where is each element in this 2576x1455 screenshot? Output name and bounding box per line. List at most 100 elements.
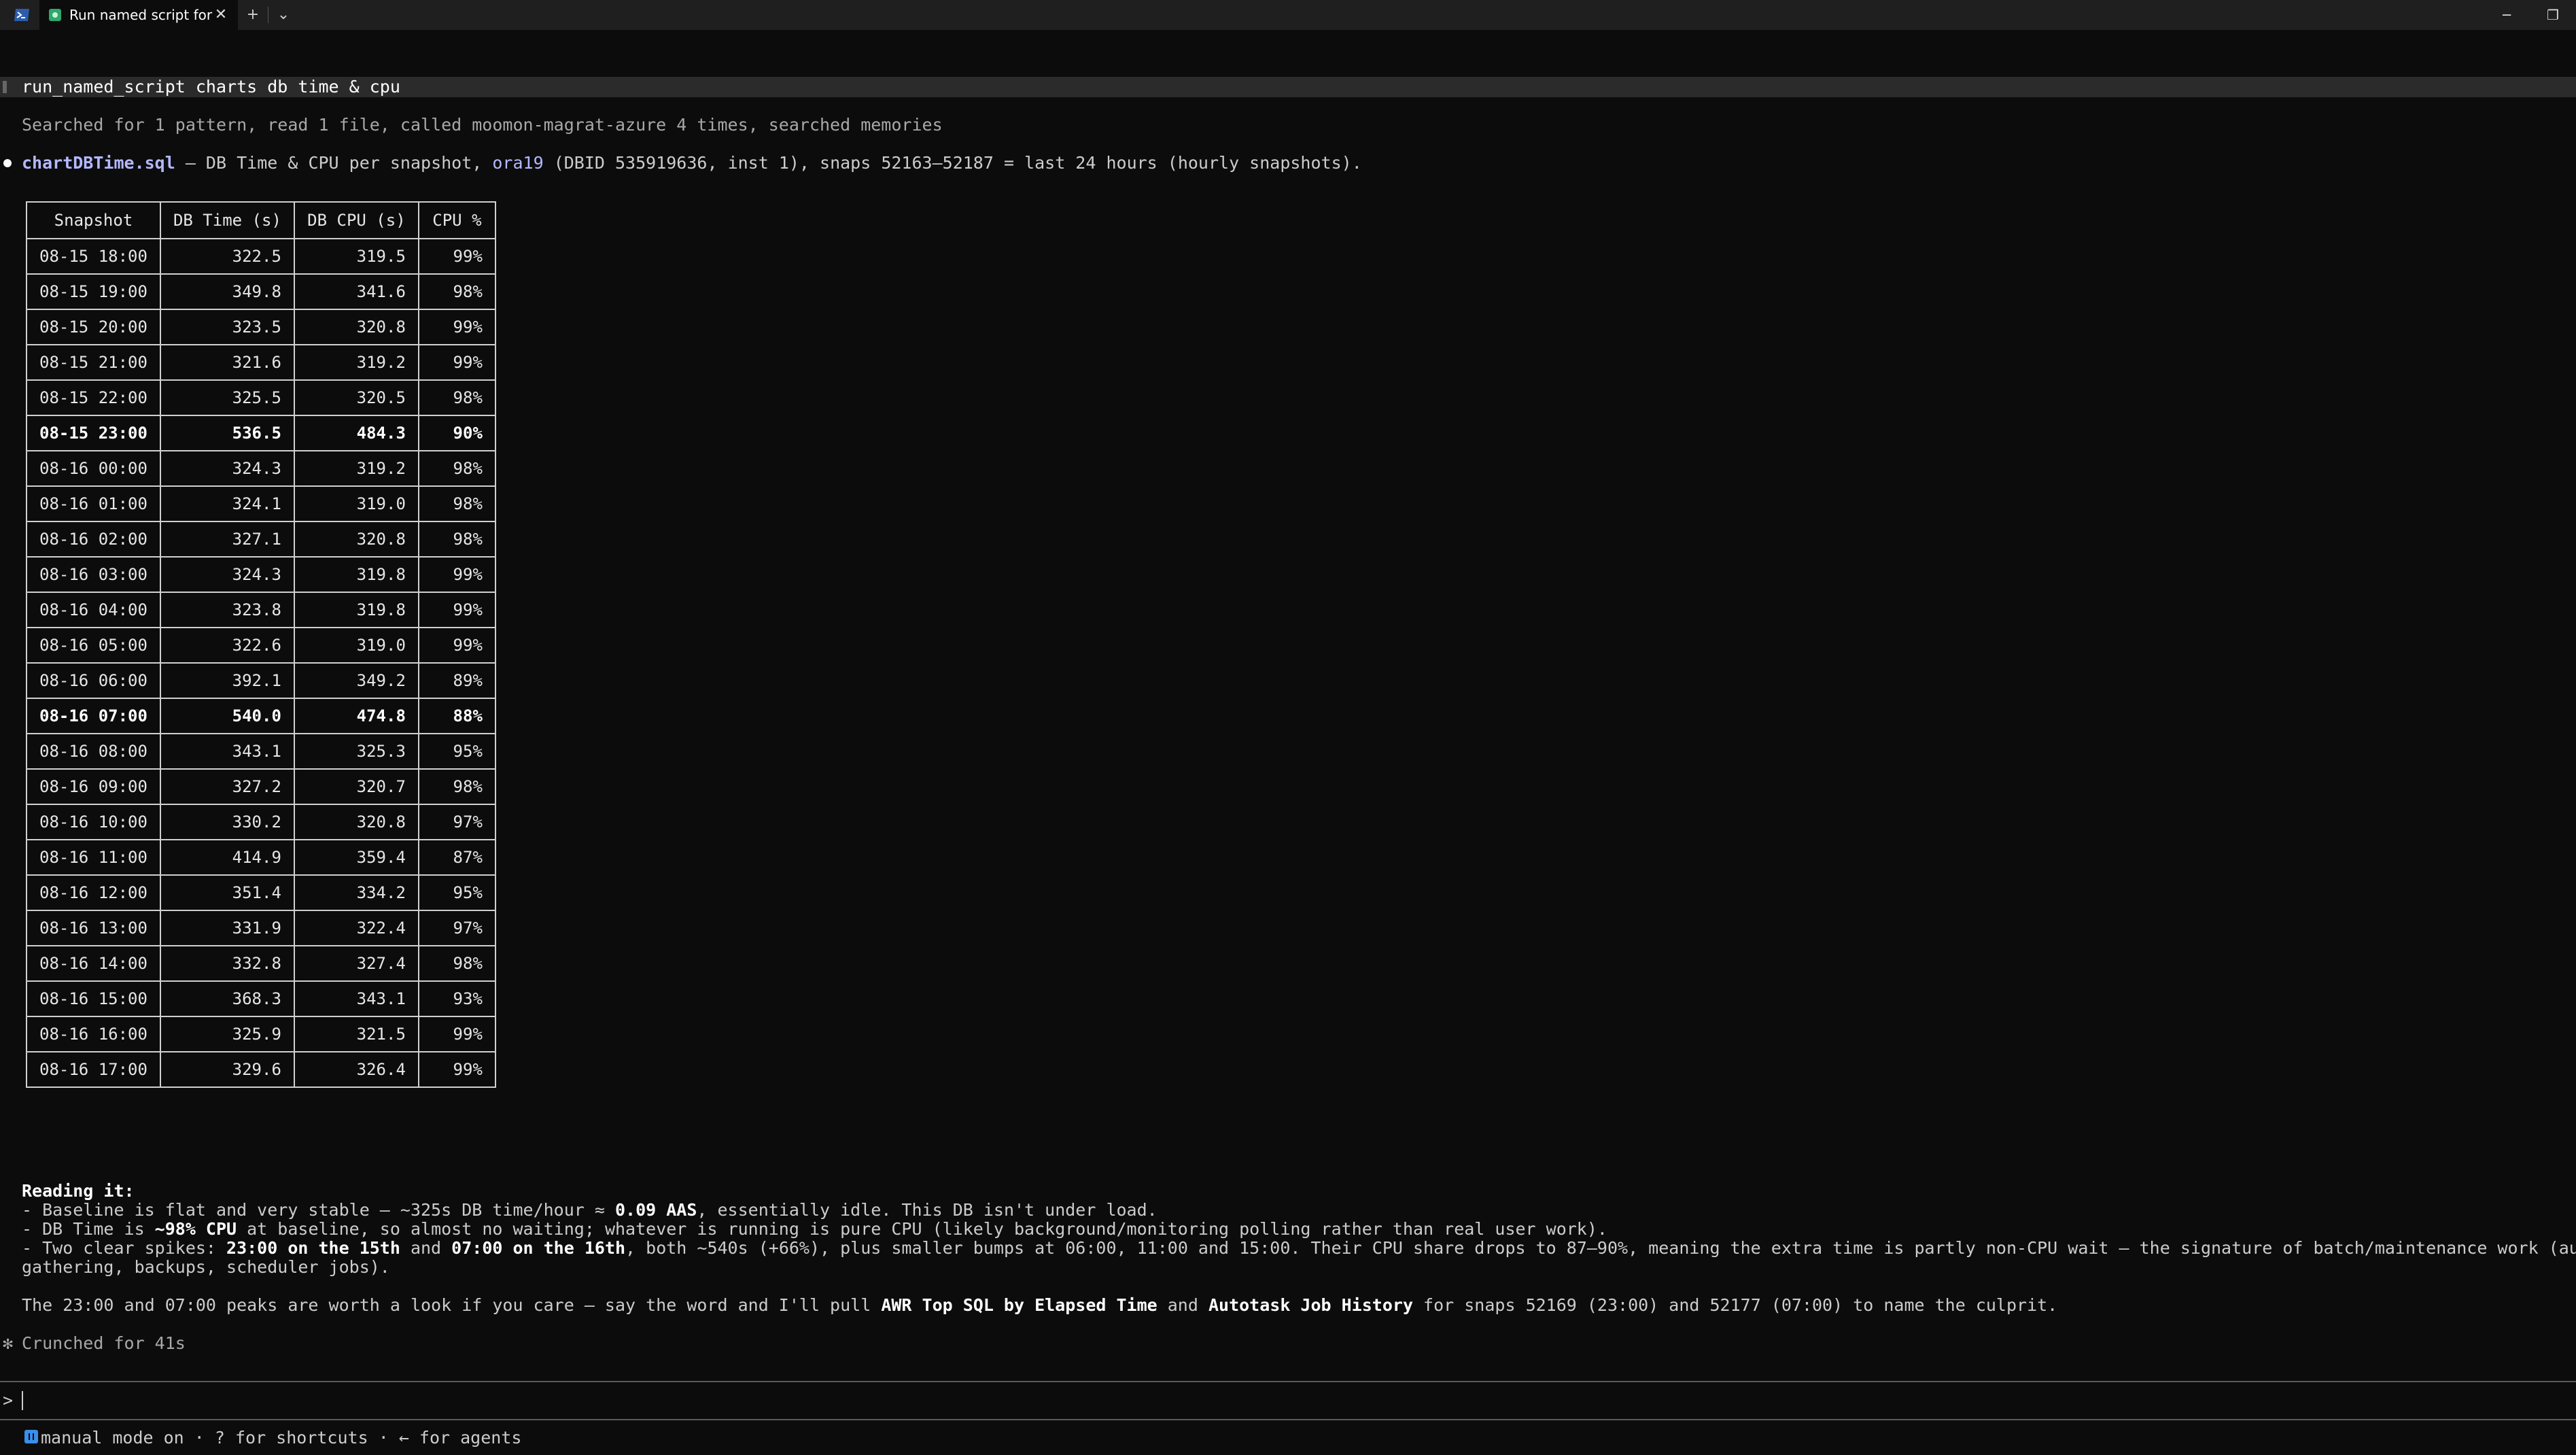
- table-row: 08-15 19:00 349.8 341.6 98%: [26, 273, 496, 310]
- cell-db-time: 368.3: [159, 980, 295, 1017]
- tab-close-icon[interactable]: ✕: [213, 5, 228, 24]
- cell-db-cpu: 334.2: [293, 874, 419, 911]
- reading-heading: Reading it:: [22, 1181, 135, 1201]
- cell-db-time: 325.9: [159, 1016, 295, 1052]
- cell-db-time: 536.5: [159, 415, 295, 451]
- cell-cpu-pct: 99%: [417, 556, 496, 593]
- cell-db-cpu: 349.2: [293, 662, 419, 699]
- cell-db-cpu: 359.4: [293, 839, 419, 876]
- tab-dropdown-chevron-icon[interactable]: ⌄: [268, 0, 298, 30]
- cell-snapshot: 08-16 08:00: [26, 733, 161, 770]
- cell-db-time: 327.2: [159, 768, 295, 805]
- cell-db-cpu: 326.4: [293, 1051, 419, 1088]
- cell-db-time: 323.8: [159, 592, 295, 628]
- table-row: 08-16 13:00 331.9 322.4 97%: [26, 910, 496, 946]
- table-row: 08-16 11:00 414.9 359.4 87%: [26, 839, 496, 876]
- table-row: 08-16 17:00 329.6 326.4 99%: [26, 1051, 496, 1088]
- cell-db-time: 392.1: [159, 662, 295, 699]
- cell-cpu-pct: 98%: [417, 768, 496, 805]
- cell-cpu-pct: 99%: [417, 1016, 496, 1052]
- table-header-row: Snapshot DB Time (s) DB CPU (s) CPU %: [26, 201, 496, 239]
- cell-snapshot: 08-16 10:00: [26, 804, 161, 840]
- cell-snapshot: 08-16 07:00: [26, 698, 161, 734]
- table-row: 08-16 15:00 368.3 343.1 93%: [26, 980, 496, 1017]
- title-bar: Run named script for char ✕ + ⌄ ─ ❐: [0, 0, 2576, 30]
- cell-db-time: 322.5: [159, 238, 295, 275]
- table-row: 08-16 12:00 351.4 334.2 95%: [26, 874, 496, 911]
- table-row: 08-16 04:00 323.8 319.8 99%: [26, 592, 496, 628]
- cell-cpu-pct: 98%: [417, 379, 496, 416]
- cell-snapshot: 08-15 19:00: [26, 273, 161, 310]
- cell-cpu-pct: 99%: [417, 344, 496, 381]
- reading-line-2: - DB Time is ~98% CPU at baseline, so al…: [22, 1219, 1607, 1239]
- cell-db-cpu: 321.5: [293, 1016, 419, 1052]
- cell-db-cpu: 320.8: [293, 309, 419, 345]
- cell-cpu-pct: 98%: [417, 945, 496, 982]
- cell-cpu-pct: 90%: [417, 415, 496, 451]
- cell-db-time: 325.5: [159, 379, 295, 416]
- prompt-divider-top: [0, 1381, 2576, 1382]
- command-marker: [3, 81, 7, 93]
- table-row: 08-16 05:00 322.6 319.0 99%: [26, 627, 496, 664]
- restore-button[interactable]: ❐: [2530, 0, 2576, 30]
- tab-title: Run named script for char: [69, 7, 213, 23]
- cell-snapshot: 08-15 18:00: [26, 238, 161, 275]
- table-row: 08-16 01:00 324.1 319.0 98%: [26, 485, 496, 522]
- minimize-button[interactable]: ─: [2484, 0, 2530, 30]
- table-row: 08-16 08:00 343.1 325.3 95%: [26, 733, 496, 770]
- command-line: run_named_script charts db time & cpu: [0, 77, 2576, 97]
- cell-snapshot: 08-16 03:00: [26, 556, 161, 593]
- cell-db-cpu: 319.0: [293, 485, 419, 522]
- table-row: 08-15 21:00 321.6 319.2 99%: [26, 344, 496, 381]
- prompt-input[interactable]: [22, 1391, 23, 1410]
- cell-cpu-pct: 99%: [417, 309, 496, 345]
- table-row: 08-15 23:00 536.5 484.3 90%: [26, 415, 496, 451]
- cell-snapshot: 08-16 14:00: [26, 945, 161, 982]
- cell-db-cpu: 319.8: [293, 592, 419, 628]
- cell-db-time: 322.6: [159, 627, 295, 664]
- column-header-cpu-pct: CPU %: [417, 201, 496, 239]
- new-tab-button[interactable]: +: [238, 0, 268, 30]
- database-name: ora19: [492, 153, 544, 173]
- table-row: 08-15 20:00 323.5 320.8 99%: [26, 309, 496, 345]
- table-row: 08-16 07:00 540.0 474.8 88%: [26, 698, 496, 734]
- cell-snapshot: 08-15 22:00: [26, 379, 161, 416]
- cell-snapshot: 08-15 21:00: [26, 344, 161, 381]
- cell-cpu-pct: 89%: [417, 662, 496, 699]
- cell-db-time: 324.3: [159, 556, 295, 593]
- cell-snapshot: 08-16 09:00: [26, 768, 161, 805]
- cell-cpu-pct: 93%: [417, 980, 496, 1017]
- cell-db-time: 349.8: [159, 273, 295, 310]
- table-row: 08-16 09:00 327.2 320.7 98%: [26, 768, 496, 805]
- cell-db-time: 327.1: [159, 521, 295, 558]
- cell-db-time: 332.8: [159, 945, 295, 982]
- result-summary: chartDBTime.sql – DB Time & CPU per snap…: [22, 153, 1362, 173]
- tab-status-icon: [49, 9, 61, 21]
- reading-line-4: gathering, backups, scheduler jobs).: [22, 1257, 390, 1277]
- table-row: 08-16 03:00 324.3 319.8 99%: [26, 556, 496, 593]
- cell-cpu-pct: 98%: [417, 485, 496, 522]
- cell-snapshot: 08-15 23:00: [26, 415, 161, 451]
- cell-db-cpu: 341.6: [293, 273, 419, 310]
- cell-cpu-pct: 87%: [417, 839, 496, 876]
- cell-db-time: 330.2: [159, 804, 295, 840]
- cell-snapshot: 08-16 11:00: [26, 839, 161, 876]
- cell-snapshot: 08-16 04:00: [26, 592, 161, 628]
- cell-db-cpu: 320.7: [293, 768, 419, 805]
- tab-active[interactable]: Run named script for char ✕: [39, 0, 238, 30]
- cell-cpu-pct: 98%: [417, 273, 496, 310]
- cell-db-cpu: 327.4: [293, 945, 419, 982]
- terminal-app-icon[interactable]: [12, 5, 31, 24]
- pause-icon: [24, 1430, 38, 1443]
- cell-db-time: 414.9: [159, 839, 295, 876]
- cell-db-cpu: 320.8: [293, 804, 419, 840]
- cell-db-cpu: 319.0: [293, 627, 419, 664]
- cell-cpu-pct: 95%: [417, 733, 496, 770]
- cell-db-cpu: 325.3: [293, 733, 419, 770]
- cell-db-cpu: 322.4: [293, 910, 419, 946]
- cell-cpu-pct: 99%: [417, 1051, 496, 1088]
- table-row: 08-16 06:00 392.1 349.2 89%: [26, 662, 496, 699]
- cell-db-time: 324.3: [159, 450, 295, 487]
- cell-db-cpu: 319.2: [293, 450, 419, 487]
- cell-db-cpu: 484.3: [293, 415, 419, 451]
